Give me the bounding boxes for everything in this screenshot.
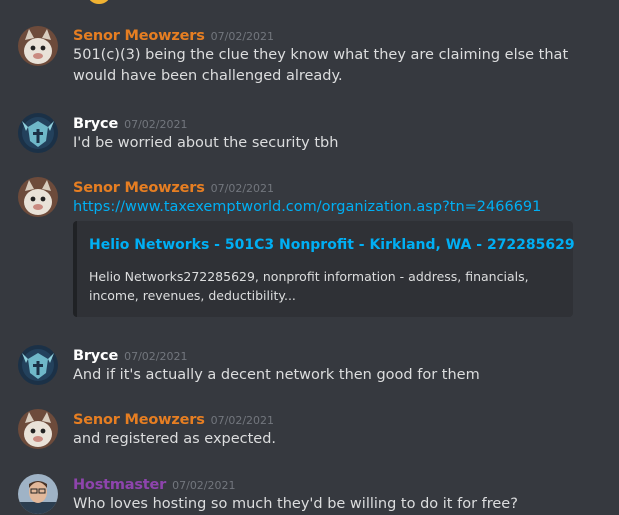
helmet-avatar-icon[interactable]	[18, 113, 58, 153]
author-name[interactable]: Senor Meowzers	[73, 28, 205, 44]
message-timestamp: 07/02/2021	[124, 350, 188, 363]
author-name[interactable]: Hostmaster	[73, 477, 166, 493]
embed-description: Helio Networks272285629, nonprofit infor…	[89, 269, 529, 303]
message-timestamp: 07/02/2021	[124, 118, 188, 131]
message-timestamp: 07/02/2021	[210, 182, 275, 195]
message-timestamp: 07/02/2021	[172, 479, 236, 492]
author-name[interactable]: Senor Meowzers	[73, 412, 205, 428]
message-text: and registered as expected.	[73, 431, 277, 447]
message-body: https://www.taxexemptworld.com/organizat…	[73, 197, 603, 218]
cat-avatar-icon[interactable]	[18, 409, 58, 449]
message-text: And if it's actually a decent network th…	[73, 367, 480, 383]
message-text: Who loves hosting so much they'd be will…	[73, 496, 518, 512]
message-timestamp: 07/02/2021	[210, 30, 275, 43]
avatar[interactable]	[88, 0, 110, 4]
link-embed: Helio Networks - 501C3 Nonprofit - Kirkl…	[73, 221, 575, 317]
author-name[interactable]: Bryce	[73, 348, 118, 364]
author-name[interactable]: Senor Meowzers	[73, 180, 205, 196]
message-text: 501(c)(3) being the clue they know what …	[73, 47, 569, 84]
author-name[interactable]: Bryce	[73, 116, 118, 132]
cat-avatar-icon[interactable]	[18, 177, 58, 217]
message-link[interactable]: https://www.taxexemptworld.com/organizat…	[73, 199, 541, 215]
message-timestamp: 07/02/2021	[210, 414, 275, 427]
cat-avatar-icon[interactable]	[18, 26, 58, 66]
helmet-avatar-icon[interactable]	[18, 345, 58, 385]
message-text: I'd be worried about the security tbh	[73, 135, 339, 151]
person-avatar-icon[interactable]	[18, 474, 58, 514]
embed-title-link[interactable]: Helio Networks - 501C3 Nonprofit - Kirkl…	[89, 237, 575, 253]
